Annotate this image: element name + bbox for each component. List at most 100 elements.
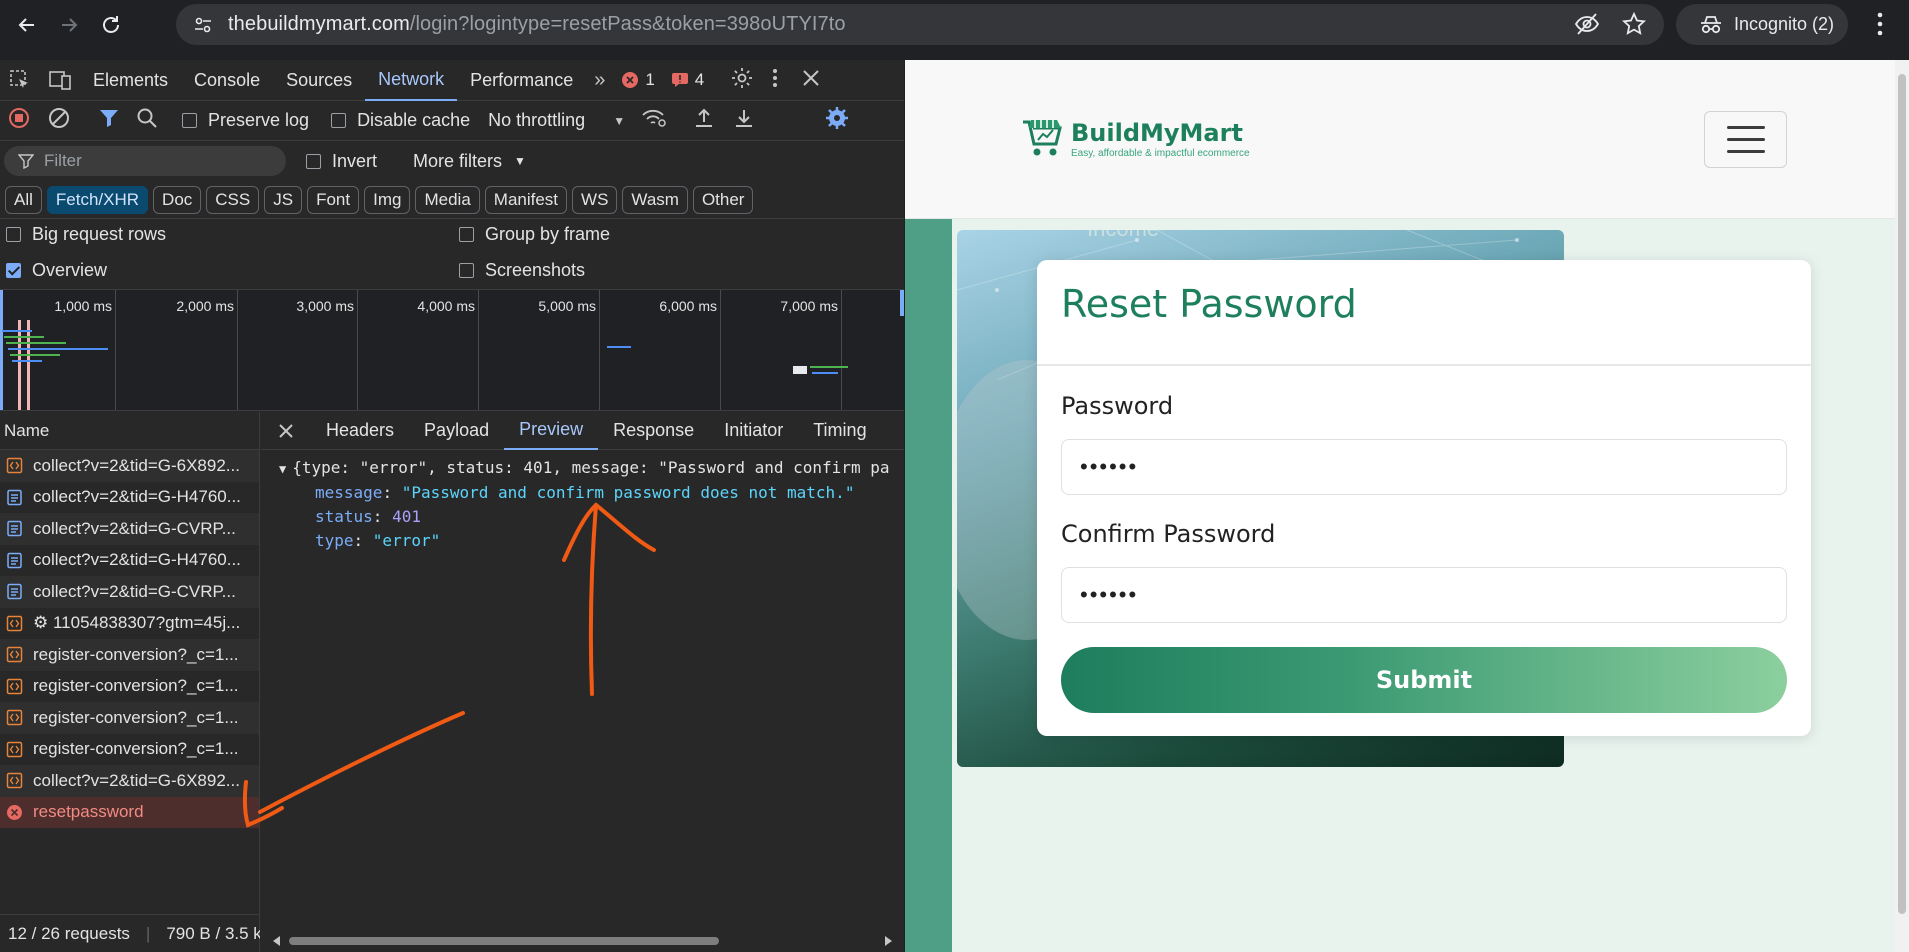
invert-checkbox[interactable] xyxy=(306,153,321,169)
tab-sources[interactable]: Sources xyxy=(273,60,365,101)
address-bar[interactable]: thebuildmymart.com/login?logintype=reset… xyxy=(176,4,1664,45)
export-har-button[interactable] xyxy=(733,107,755,134)
invert-option[interactable]: Invert xyxy=(306,151,377,172)
gear-icon xyxy=(826,107,849,129)
tab-initiator[interactable]: Initiator xyxy=(709,412,798,450)
disable-cache-checkbox[interactable] xyxy=(331,113,347,128)
type-filter-media[interactable]: Media xyxy=(415,185,480,214)
preserve-log-option[interactable]: Preserve log xyxy=(182,110,309,131)
dropdown-arrow-icon: ▼ xyxy=(514,154,526,168)
request-row[interactable]: collect?v=2&tid=G-H4760... xyxy=(0,482,259,514)
search-button[interactable] xyxy=(136,107,158,134)
type-filter-font[interactable]: Font xyxy=(307,185,360,214)
back-button[interactable] xyxy=(12,10,42,40)
eye-slash-icon[interactable] xyxy=(1574,12,1600,36)
hamburger-menu-button[interactable] xyxy=(1704,111,1787,168)
request-row[interactable]: collect?v=2&tid=G-6X892... xyxy=(0,450,259,482)
tab-performance[interactable]: Performance xyxy=(457,60,586,101)
request-row[interactable]: ⚙ 11054838307?gtm=45j... xyxy=(0,608,259,640)
bookmark-star-icon[interactable] xyxy=(1622,12,1646,36)
tab-response[interactable]: Response xyxy=(598,412,709,450)
tab-elements[interactable]: Elements xyxy=(80,60,181,101)
device-toolbar-button[interactable] xyxy=(40,69,80,91)
type-filter-fetch-xhr[interactable]: Fetch/XHR xyxy=(46,185,149,214)
site-settings-icon[interactable] xyxy=(190,12,216,38)
screenshots-checkbox[interactable] xyxy=(459,263,474,278)
type-filter-ws[interactable]: WS xyxy=(572,185,618,214)
screenshots-option[interactable]: Screenshots xyxy=(459,260,585,281)
inspect-element-button[interactable] xyxy=(0,69,40,91)
record-button[interactable] xyxy=(8,107,30,134)
request-row[interactable]: collect?v=2&tid=G-CVRP... xyxy=(0,513,259,545)
network-conditions-button[interactable] xyxy=(641,107,667,134)
search-icon xyxy=(137,108,157,128)
brand-name: BuildMyMart xyxy=(1071,118,1243,147)
confirm-password-input[interactable]: •••••• xyxy=(1061,567,1787,623)
xhr-icon xyxy=(6,615,23,631)
request-row[interactable]: resetpassword xyxy=(0,796,259,828)
issue-counter[interactable]: 4 xyxy=(671,70,704,90)
request-row[interactable]: collect?v=2&tid=G-H4760... xyxy=(0,545,259,577)
reload-button[interactable] xyxy=(96,10,126,40)
error-counter[interactable]: 1 xyxy=(621,70,655,90)
more-filters-dropdown[interactable]: More filters ▼ xyxy=(413,151,526,172)
tab-headers[interactable]: Headers xyxy=(311,412,409,450)
big-request-rows-checkbox[interactable] xyxy=(6,227,21,242)
tab-network[interactable]: Network xyxy=(365,60,458,101)
type-filter-js[interactable]: JS xyxy=(264,185,303,214)
horizontal-scrollbar[interactable] xyxy=(271,934,894,948)
name-column-header[interactable]: Name xyxy=(0,412,259,450)
overview-checkbox[interactable] xyxy=(6,263,21,278)
filter-input[interactable]: Filter xyxy=(4,146,286,176)
request-row[interactable]: collect?v=2&tid=G-CVRP... xyxy=(0,576,259,608)
big-request-rows-option[interactable]: Big request rows xyxy=(6,224,166,245)
type-filter-manifest[interactable]: Manifest xyxy=(484,185,568,214)
close-detail-button[interactable] xyxy=(261,423,311,439)
request-row[interactable]: register-conversion?_c=1... xyxy=(0,702,259,734)
request-row[interactable]: register-conversion?_c=1... xyxy=(0,671,259,703)
json-root-line[interactable]: ▼ {type: "error", status: 401, message: "… xyxy=(261,456,904,481)
type-filter-css[interactable]: CSS xyxy=(206,185,260,214)
preserve-log-checkbox[interactable] xyxy=(182,113,197,128)
tab-console[interactable]: Console xyxy=(181,60,273,101)
group-by-frame-option[interactable]: Group by frame xyxy=(459,224,610,245)
tab-timing[interactable]: Timing xyxy=(798,412,881,450)
filter-toggle-button[interactable] xyxy=(98,107,122,134)
request-row[interactable]: register-conversion?_c=1... xyxy=(0,639,259,671)
network-overview-timeline[interactable]: 1,000 ms 2,000 ms 3,000 ms 4,000 ms 5,00… xyxy=(0,289,904,411)
clear-button[interactable] xyxy=(48,107,70,134)
import-har-button[interactable] xyxy=(693,107,715,134)
brand-logo[interactable]: BuildMyMart Easy, affordable & impactful… xyxy=(1019,118,1250,160)
devtools-menu-button[interactable] xyxy=(772,67,778,94)
type-filter-other[interactable]: Other xyxy=(692,185,754,214)
tab-preview[interactable]: Preview xyxy=(504,412,599,450)
incognito-profile-button[interactable]: Incognito (2) xyxy=(1676,4,1848,45)
disable-cache-option[interactable]: Disable cache xyxy=(331,110,470,131)
request-row[interactable]: collect?v=2&tid=G-6X892... xyxy=(0,765,259,797)
filter-funnel-icon xyxy=(18,154,34,169)
invert-label: Invert xyxy=(332,150,378,171)
close-devtools-button[interactable] xyxy=(802,69,820,92)
submit-button[interactable]: Submit xyxy=(1061,647,1787,713)
expand-triangle-icon[interactable]: ▼ xyxy=(279,462,286,476)
json-message-line: message: "Password and confirm password … xyxy=(315,483,855,502)
clear-icon xyxy=(49,108,69,128)
network-settings-button[interactable] xyxy=(825,106,849,135)
more-tabs-chevron-icon[interactable]: » xyxy=(586,69,613,92)
forward-button[interactable] xyxy=(54,10,84,40)
type-filter-doc[interactable]: Doc xyxy=(153,185,202,214)
type-filter-img[interactable]: Img xyxy=(364,185,411,214)
password-input[interactable]: •••••• xyxy=(1061,439,1787,495)
browser-menu-button[interactable] xyxy=(1876,10,1884,43)
settings-button[interactable] xyxy=(730,66,754,95)
type-filter-wasm[interactable]: Wasm xyxy=(622,185,688,214)
type-filter-all[interactable]: All xyxy=(5,185,42,214)
password-label: Password xyxy=(1061,392,1174,420)
overview-option[interactable]: Overview xyxy=(6,260,107,281)
throttling-select[interactable]: No throttling ▼ xyxy=(488,110,625,131)
group-by-frame-checkbox[interactable] xyxy=(459,227,474,242)
request-row[interactable]: register-conversion?_c=1... xyxy=(0,734,259,766)
page-vertical-scrollbar[interactable] xyxy=(1895,60,1909,952)
request-name: register-conversion?_c=1... xyxy=(33,707,239,727)
tab-payload[interactable]: Payload xyxy=(409,412,504,450)
